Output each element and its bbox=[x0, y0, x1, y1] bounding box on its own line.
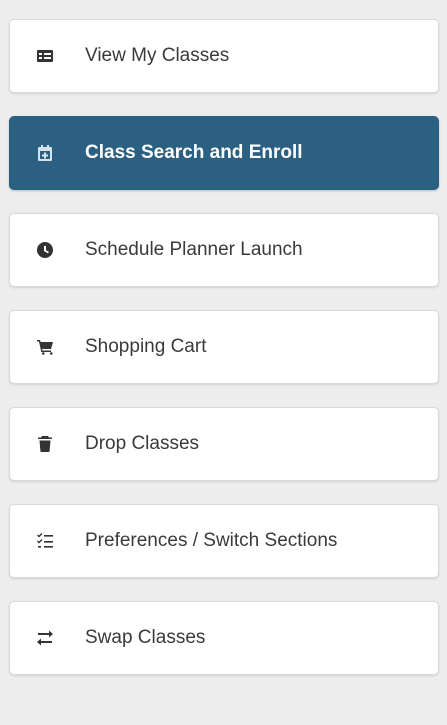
nav-item-label: Schedule Planner Launch bbox=[85, 239, 303, 260]
nav-item-swap-classes[interactable]: Swap Classes bbox=[9, 601, 439, 675]
calendar-add-icon bbox=[36, 144, 54, 162]
list-icon bbox=[36, 47, 54, 65]
nav-item-schedule-planner-launch[interactable]: Schedule Planner Launch bbox=[9, 213, 439, 287]
nav-item-class-search-and-enroll[interactable]: Class Search and Enroll bbox=[9, 116, 439, 190]
swap-arrows-icon bbox=[36, 629, 54, 647]
nav-item-shopping-cart[interactable]: Shopping Cart bbox=[9, 310, 439, 384]
nav-item-label: Class Search and Enroll bbox=[85, 142, 303, 163]
cart-icon bbox=[36, 338, 54, 356]
navigation-menu: View My Classes Class Search and Enroll … bbox=[9, 19, 439, 698]
nav-item-preferences-switch-sections[interactable]: Preferences / Switch Sections bbox=[9, 504, 439, 578]
nav-item-label: Swap Classes bbox=[85, 627, 206, 648]
nav-item-label: Drop Classes bbox=[85, 433, 200, 454]
checklist-icon bbox=[36, 532, 54, 550]
clock-icon bbox=[36, 241, 54, 259]
nav-item-label: Preferences / Switch Sections bbox=[85, 530, 338, 551]
trash-icon bbox=[36, 435, 54, 453]
nav-item-label: View My Classes bbox=[85, 45, 230, 66]
nav-item-label: Shopping Cart bbox=[85, 336, 207, 357]
nav-item-view-my-classes[interactable]: View My Classes bbox=[9, 19, 439, 93]
nav-item-drop-classes[interactable]: Drop Classes bbox=[9, 407, 439, 481]
